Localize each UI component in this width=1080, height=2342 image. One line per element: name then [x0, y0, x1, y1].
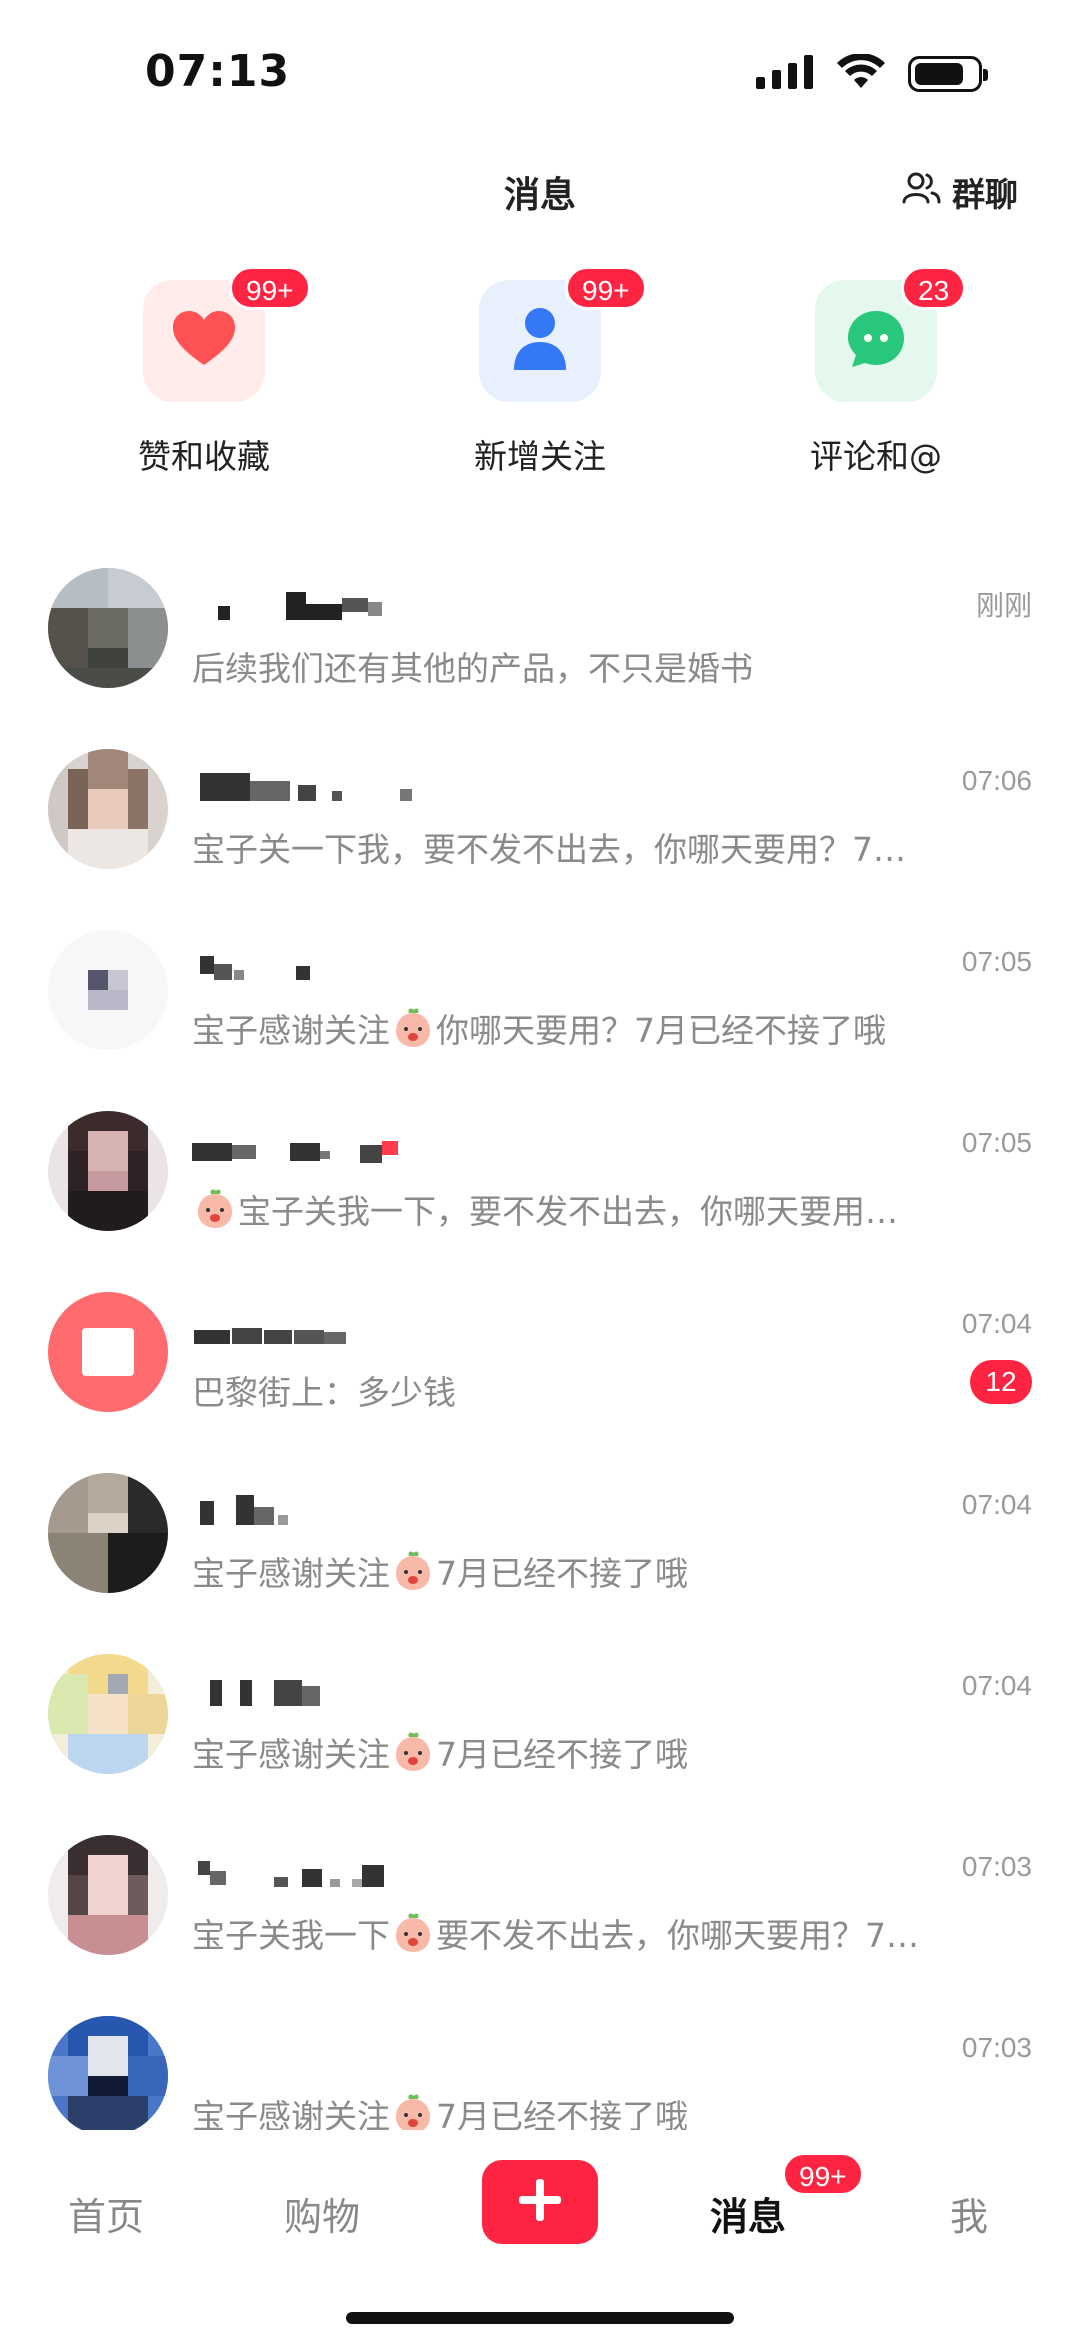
contact-name-redacted: [190, 2034, 710, 2074]
comments-label: 评论和@: [810, 437, 942, 476]
message-time: 刚刚: [975, 590, 1032, 621]
signal-icon: [756, 55, 814, 93]
followers-label: 新增关注: [474, 437, 606, 476]
contact-name-redacted: [190, 586, 710, 626]
likes-icon-box: 99+: [143, 266, 311, 402]
avatar[interactable]: [48, 2016, 168, 2136]
message-preview: 宝子关一下我，要不发不出去，你哪天要用？7…: [192, 830, 906, 869]
message-time: 07:04: [961, 1308, 1032, 1339]
contact-name-redacted: [190, 1853, 710, 1893]
peach-emoji-icon: [392, 1007, 434, 1049]
comments-icon-box: 23: [815, 266, 967, 402]
peach-emoji-icon: [392, 1550, 434, 1592]
tab-home[interactable]: 首页: [68, 2186, 144, 2241]
likes-badge: 99+: [229, 266, 311, 310]
person-icon: [512, 306, 568, 376]
message-time: 07:05: [961, 946, 1032, 977]
contact-name-redacted: [190, 1491, 710, 1531]
message-time: 07:03: [961, 2032, 1032, 2063]
messages-tab-badge: 99+: [782, 2152, 864, 2196]
tab-me[interactable]: 我: [950, 2186, 988, 2241]
bottom-tab-bar: 首页 购物 消息 99+ 我: [0, 2130, 1080, 2342]
message-item[interactable]: 07:04 巴黎街上：多少钱 12: [0, 1284, 1080, 1465]
tab-messages[interactable]: 消息: [710, 2186, 786, 2241]
heart-icon: [171, 309, 237, 373]
wifi-icon: [836, 53, 886, 94]
followers-icon-box: 99+: [479, 266, 647, 402]
message-item[interactable]: 07:04 宝子感谢关注 7月已经不接了哦: [0, 1465, 1080, 1646]
shortcut-new-followers[interactable]: 99+ 新增关注: [420, 266, 660, 478]
message-time: 07:03: [961, 1851, 1032, 1882]
message-preview: 宝子感谢关注 你哪天要用？7月已经不接了哦: [192, 1004, 1032, 1052]
group-chat-button[interactable]: 群聊: [902, 168, 1018, 216]
message-time: 07:05: [961, 1127, 1032, 1158]
message-preview: 宝子感谢关注 7月已经不接了哦: [192, 1728, 1032, 1776]
message-item[interactable]: 刚刚 后续我们还有其他的产品，不只是婚书: [0, 560, 1080, 741]
shortcut-comments-mentions[interactable]: 23 评论和@: [756, 266, 996, 478]
message-item[interactable]: 07:05 宝子关我一下，要不发不出去，你哪天要用…: [0, 1103, 1080, 1284]
followers-badge: 99+: [565, 266, 647, 310]
avatar[interactable]: [48, 930, 168, 1050]
shortcut-likes-collects[interactable]: 99+ 赞和收藏: [84, 266, 324, 478]
message-preview: 宝子感谢关注 7月已经不接了哦: [192, 1547, 1032, 1595]
shortcut-row: 99+ 赞和收藏 99+ 新增关注 23 评论和@: [0, 266, 1080, 490]
plus-icon: [517, 2177, 563, 2227]
peach-emoji-icon: [392, 2093, 434, 2135]
message-time: 07:04: [961, 1489, 1032, 1520]
avatar[interactable]: [48, 568, 168, 688]
message-preview: 宝子关我一下 要不发不出去，你哪天要用？7…: [192, 1909, 1032, 1957]
likes-label: 赞和收藏: [138, 437, 270, 476]
message-preview: 巴黎街上：多少钱: [192, 1373, 456, 1412]
peach-emoji-icon: [194, 1188, 236, 1230]
message-item[interactable]: 07:03 宝子关我一下 要不发不出去，你哪天要用？7…: [0, 1827, 1080, 2008]
message-item[interactable]: 07:06 宝子关一下我，要不发不出去，你哪天要用？7…: [0, 741, 1080, 922]
peach-emoji-icon: [392, 1912, 434, 1954]
unread-badge: 12: [970, 1360, 1032, 1404]
contact-name-redacted: [190, 1672, 710, 1712]
avatar[interactable]: [48, 1654, 168, 1774]
tab-shop[interactable]: 购物: [284, 2186, 360, 2241]
add-post-button[interactable]: [482, 2160, 598, 2244]
status-icons: [756, 53, 988, 94]
peach-emoji-icon: [392, 1731, 434, 1773]
message-item[interactable]: 07:05 宝子感谢关注 你哪天要用？7月已经不接了哦: [0, 922, 1080, 1103]
home-indicator: [346, 2312, 734, 2324]
comment-icon: [845, 308, 907, 374]
message-preview: 宝子关我一下，要不发不出去，你哪天要用…: [192, 1185, 1032, 1233]
message-list: 刚刚 后续我们还有其他的产品，不只是婚书 07:06 宝子关一下我，要不发不出去…: [0, 560, 1080, 2189]
status-time: 07:13: [145, 46, 291, 97]
avatar[interactable]: [48, 1111, 168, 1231]
contact-name-redacted: [190, 948, 710, 988]
avatar[interactable]: [48, 749, 168, 869]
battery-icon: [908, 56, 988, 92]
contact-name-redacted: [190, 1129, 710, 1169]
contact-name-redacted: [190, 1310, 710, 1350]
message-preview: 后续我们还有其他的产品，不只是婚书: [192, 649, 753, 688]
avatar[interactable]: [48, 1835, 168, 1955]
message-time: 07:04: [961, 1670, 1032, 1701]
status-bar: 07:13: [0, 0, 1080, 140]
group-chat-label: 群聊: [952, 175, 1018, 214]
contact-name-redacted: [190, 767, 710, 807]
comments-badge: 23: [901, 266, 967, 310]
avatar[interactable]: [48, 1292, 168, 1412]
header: 消息 群聊: [0, 150, 1080, 230]
message-time: 07:06: [961, 765, 1032, 796]
people-icon: [902, 170, 942, 214]
message-item[interactable]: 07:04 宝子感谢关注 7月已经不接了哦: [0, 1646, 1080, 1827]
avatar[interactable]: [48, 1473, 168, 1593]
